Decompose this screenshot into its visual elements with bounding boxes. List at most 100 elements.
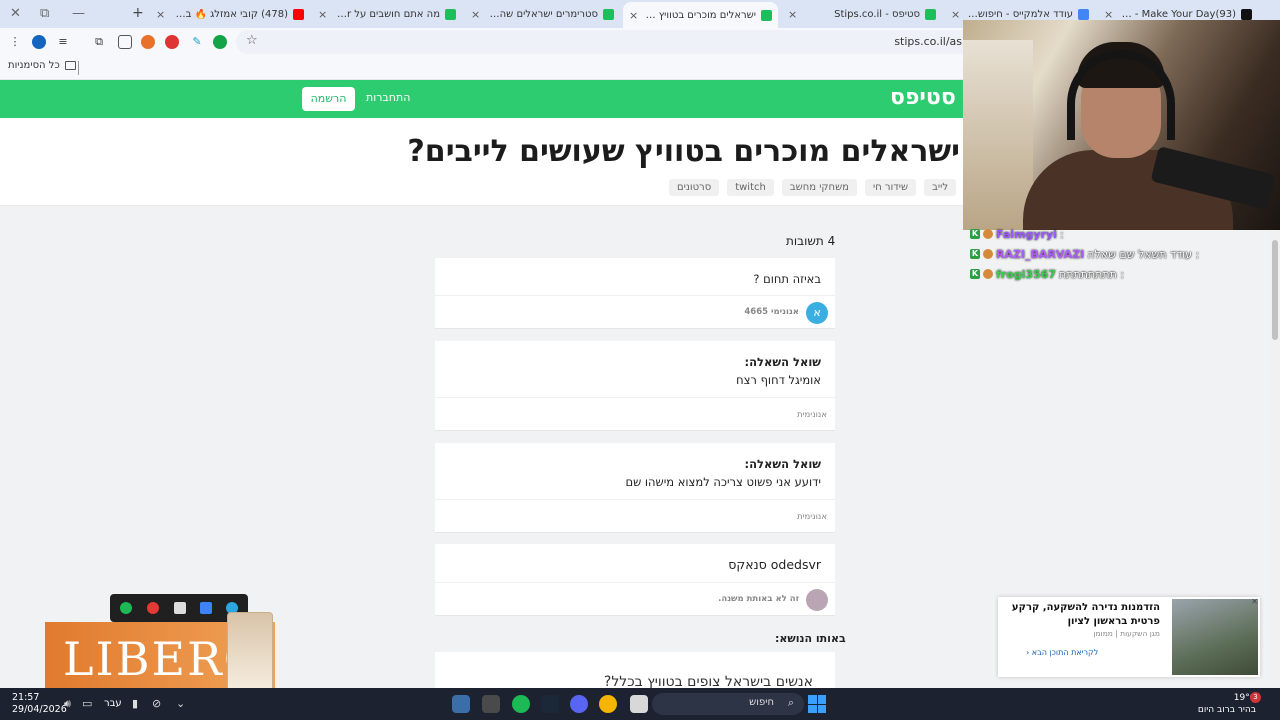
chat-text: :: [1059, 227, 1064, 241]
page-scrollbar[interactable]: [1270, 230, 1280, 680]
browser-tab[interactable]: סטרימרים ישראלים שהקהל יג... ×: [465, 3, 620, 25]
close-tab-icon[interactable]: ×: [156, 8, 165, 21]
spotify-icon[interactable]: [512, 695, 530, 713]
ad-next-label: לקריאת התוכן הבא: [1031, 648, 1099, 657]
avatar[interactable]: א: [806, 302, 828, 324]
avatar[interactable]: [806, 589, 828, 611]
browser-tab[interactable]: סטיפס - Stips.co.il ×: [782, 3, 942, 25]
answer-footer: א אנונימי 4665: [435, 295, 835, 329]
stips-icon: [925, 8, 936, 20]
author-name: אנונימית: [797, 512, 827, 522]
address-bar[interactable]: ☆ stips.co.il/as: [236, 30, 976, 54]
language-indicator[interactable]: עבר: [104, 698, 122, 709]
close-tab-icon[interactable]: ×: [629, 9, 638, 22]
profile-icon[interactable]: [32, 35, 46, 49]
chat-badge-icon: K: [970, 249, 980, 259]
tag-list: לייב שידור חי משחקי מחשב twitch סרטונים: [668, 179, 956, 196]
browser-tab[interactable]: מה אתם חושבים על odedsvr ×: [312, 3, 462, 25]
restore-window-icon[interactable]: ⧉: [40, 6, 49, 21]
scrollbar-thumb[interactable]: [1272, 240, 1278, 340]
login-link[interactable]: התחברות: [366, 91, 410, 104]
tag[interactable]: twitch: [727, 179, 774, 196]
answer-text: באיזה תחום ?: [753, 272, 821, 286]
google-icon: [1078, 8, 1089, 20]
cast-icon[interactable]: [118, 35, 132, 49]
weather-desc: בהיר ברוב היום: [1197, 705, 1256, 715]
grammar-extension-icon[interactable]: [213, 35, 227, 49]
close-icon[interactable]: ✕: [1251, 597, 1258, 606]
taskbar-search[interactable]: ⌕ חיפוש: [652, 693, 804, 715]
question-title: ישראלים מוכרים בטוויץ שעושים לייבים?: [407, 134, 960, 169]
extension-icon[interactable]: [141, 35, 155, 49]
tag[interactable]: משחקי מחשב: [781, 179, 857, 196]
close-window-icon[interactable]: ✕: [10, 6, 21, 21]
webcam-overlay: [963, 20, 1280, 230]
ad-image[interactable]: [1172, 599, 1258, 675]
microphone-icon[interactable]: ▮: [132, 697, 138, 710]
search-icon: ⌕: [787, 696, 794, 709]
extensions-icon[interactable]: ⧉: [92, 35, 106, 49]
file-explorer-icon[interactable]: [630, 695, 648, 713]
new-tab-button[interactable]: +: [132, 5, 144, 21]
steam-icon[interactable]: [541, 695, 559, 713]
ad-next-link[interactable]: לקריאת התוכן הבא ‹: [1026, 648, 1098, 657]
all-bookmarks-button[interactable]: כל הסימניות: [8, 60, 76, 71]
chat-username: RAZI_BARVAZI: [996, 247, 1085, 261]
close-tab-icon[interactable]: ×: [318, 8, 327, 21]
answer-card: באיזה תחום ? א אנונימי 4665: [435, 258, 835, 329]
browser-tab-active[interactable]: ישראלים מוכרים בטוויץ שעושים... ×: [623, 2, 778, 28]
discord-icon[interactable]: [570, 695, 588, 713]
answer-card: odedsvr סנאקס זה לא באותת משנה.: [435, 544, 835, 616]
media-control-icon[interactable]: ≡: [56, 35, 70, 49]
translate-extension-icon[interactable]: ✎: [190, 35, 204, 49]
taskbar-app-icon[interactable]: [482, 695, 500, 713]
author-name: אנונימית: [797, 410, 827, 420]
answer-text: odedsvr סנאקס: [728, 557, 821, 572]
stream-chat-overlay: K Falmgyryi : K RAZI_BARVAZI : עודד תשאל…: [970, 224, 1270, 284]
tag[interactable]: שידור חי: [864, 179, 917, 196]
apps-grid-icon[interactable]: [200, 602, 212, 614]
answer-text: אומיגל דחוף רצח: [736, 373, 821, 387]
answer-card: שואל השאלה: אומיגל דחוף רצח אנונימית: [435, 341, 835, 431]
windows-start-icon[interactable]: [808, 695, 826, 713]
stips-icon: [761, 9, 772, 21]
tag[interactable]: סרטונים: [668, 179, 720, 196]
weather-widget[interactable]: 19°C בהיר ברוב היום: [1196, 692, 1256, 716]
bookmark-star-icon[interactable]: ☆: [246, 33, 258, 48]
record-icon[interactable]: [147, 602, 159, 614]
answers-count: 4 תשובות: [786, 234, 836, 248]
ad-source: מגן השקעות | ממומן: [1093, 629, 1160, 638]
spotify-icon[interactable]: [120, 602, 132, 614]
author-name[interactable]: אנונימי 4665: [744, 307, 799, 317]
capcut-icon[interactable]: [174, 602, 186, 614]
sponsored-ad[interactable]: ✕ הזדמנות נדירה להשקעה, קרקע פרטית בראשו…: [998, 597, 1260, 677]
volume-icon[interactable]: 🔊︎: [64, 697, 71, 711]
ad-title[interactable]: הזדמנות נדירה להשקעה, קרקע פרטית בראשון …: [1010, 601, 1160, 629]
chevron-down-icon[interactable]: ⌄: [176, 697, 185, 710]
extension-icon[interactable]: [165, 35, 179, 49]
related-question-card[interactable]: אנשים בישראל צופים בטוויץ בכלל?: [435, 652, 835, 692]
windows-taskbar: 21:57 29/04/2026 🔊︎ ▭ עבר ▮ ⊘ ⌄ ⌕ חיפוש …: [0, 688, 1280, 720]
chrome-icon[interactable]: [599, 695, 617, 713]
close-tab-icon[interactable]: ×: [1104, 8, 1113, 21]
author-signature: זה לא באותת משנה.: [718, 594, 799, 604]
tag[interactable]: לייב: [924, 179, 956, 196]
site-logo[interactable]: סטיפס: [890, 85, 956, 110]
close-tab-icon[interactable]: ×: [951, 8, 960, 21]
close-tab-icon[interactable]: ×: [471, 8, 480, 21]
chevron-left-icon: ‹: [1026, 648, 1030, 657]
close-tab-icon[interactable]: ×: [788, 8, 797, 21]
url-text: stips.co.il/as: [894, 35, 962, 48]
system-clock[interactable]: 21:57 29/04/2026: [12, 692, 67, 716]
taskbar-app-icon[interactable]: [452, 695, 470, 713]
answer-text: ידועע אני פשוט צריכה למצוא מישהו שם: [625, 475, 821, 489]
minimize-window-icon[interactable]: —: [72, 6, 85, 21]
chat-message: K RAZI_BARVAZI : עודד תשאל שם שאלה: [970, 244, 1270, 264]
menu-icon[interactable]: ⋮: [8, 35, 22, 49]
notifications-off-icon[interactable]: ⊘: [152, 697, 161, 710]
divider: [78, 61, 79, 75]
network-icon[interactable]: ▭: [82, 697, 92, 710]
signup-button[interactable]: הרשמה: [302, 87, 355, 111]
answer-footer: זה לא באותת משנה.: [435, 582, 835, 616]
browser-tab[interactable]: (478) קובי אמזלג 🔥 בשידור חי! ×: [150, 3, 310, 25]
